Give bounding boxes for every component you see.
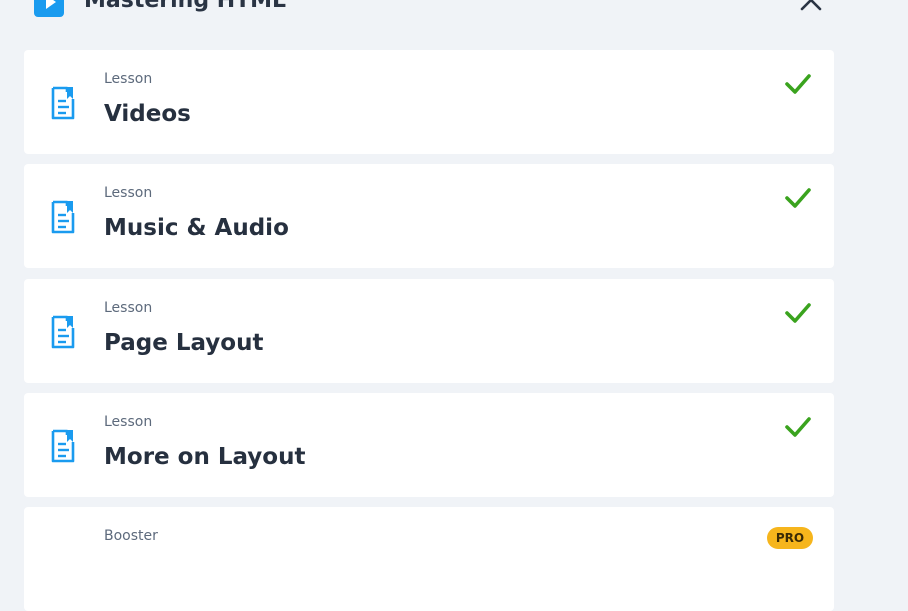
lesson-kind-label: Lesson (104, 414, 153, 430)
course-title: Mastering HTML (84, 0, 287, 13)
lesson-card-videos[interactable]: Lesson Videos (24, 50, 834, 154)
course-header: Mastering HTML (0, 0, 908, 17)
lesson-title: More on Layout (104, 444, 306, 470)
lesson-card-music-audio[interactable]: Lesson Music & Audio (24, 164, 834, 268)
lesson-doc-icon (51, 429, 75, 463)
check-icon (785, 74, 811, 94)
play-icon (34, 0, 64, 17)
pro-badge: PRO (767, 527, 813, 549)
close-button[interactable] (798, 0, 824, 13)
check-icon (785, 417, 811, 437)
lesson-doc-icon (51, 200, 75, 234)
lesson-kind-label: Lesson (104, 300, 153, 316)
check-icon (785, 188, 811, 208)
lesson-doc-icon (51, 315, 75, 349)
booster-card[interactable]: Booster PRO (24, 507, 834, 611)
lesson-title: Page Layout (104, 330, 264, 356)
check-icon (785, 303, 811, 323)
lesson-kind-label: Booster (104, 528, 158, 544)
lesson-title: Music & Audio (104, 215, 289, 241)
lesson-doc-icon (51, 86, 75, 120)
close-icon (800, 0, 822, 11)
lesson-card-page-layout[interactable]: Lesson Page Layout (24, 279, 834, 383)
lesson-kind-label: Lesson (104, 185, 153, 201)
lesson-title: Videos (104, 101, 191, 127)
lesson-card-more-on-layout[interactable]: Lesson More on Layout (24, 393, 834, 497)
lesson-kind-label: Lesson (104, 71, 153, 87)
